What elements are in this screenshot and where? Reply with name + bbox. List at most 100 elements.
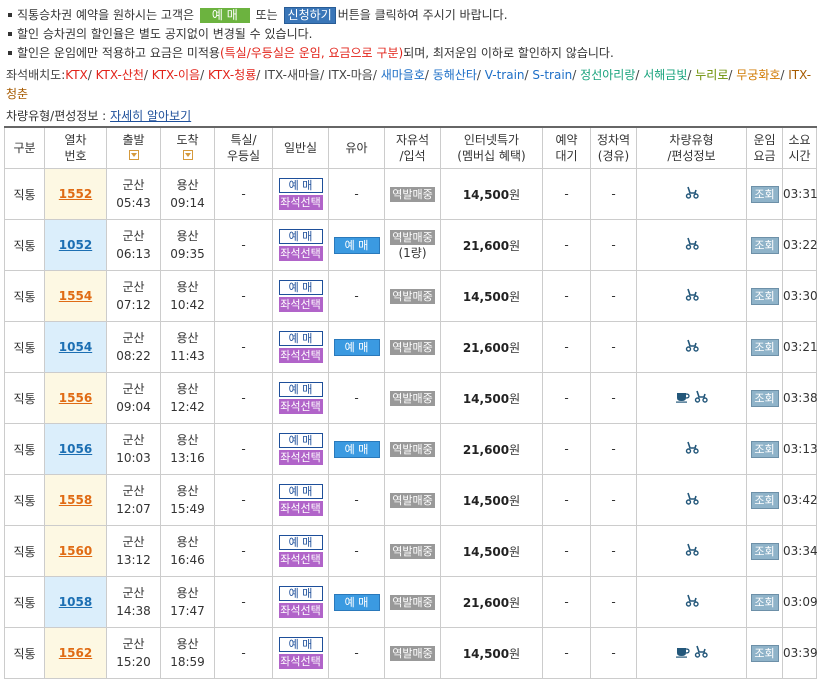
cell-stop: - — [590, 270, 637, 322]
bicycle-icon — [685, 186, 699, 202]
header-arrival[interactable]: 도착 — [160, 126, 215, 169]
cell-car-type[interactable] — [636, 576, 747, 628]
book-button[interactable]: 예 매 — [278, 637, 323, 652]
cell-car-type[interactable] — [636, 168, 747, 220]
header-text: /입석 — [399, 149, 426, 163]
cell-internet-price: 21,600원 — [440, 576, 543, 628]
book-button[interactable]: 예 매 — [278, 433, 323, 448]
book-button[interactable]: 예 매 — [278, 484, 323, 499]
cell-stop: - — [590, 474, 637, 526]
infant-book-button[interactable]: 예 매 — [333, 236, 380, 254]
cell-stop: - — [590, 321, 637, 373]
cell-car-type[interactable] — [636, 321, 747, 373]
price-value: 21,600 — [462, 238, 510, 253]
table-row: 직통 1556 군산 09:04 용산 12:42- 예 매 좌석선택 - 역발매중 14,500원… — [4, 372, 818, 424]
fare-inquiry-button[interactable]: 조회 — [750, 389, 779, 407]
seat-select-button[interactable]: 좌석선택 — [278, 399, 323, 414]
fare-inquiry-button[interactable]: 조회 — [750, 440, 779, 458]
train-no-link[interactable]: 1056 — [59, 442, 92, 456]
train-no-link[interactable]: 1052 — [59, 238, 92, 252]
fare-inquiry-button[interactable]: 조회 — [750, 236, 779, 254]
fare-inquiry-button[interactable]: 조회 — [750, 644, 779, 662]
train-no-link[interactable]: 1556 — [59, 391, 92, 405]
cell-free-seat: 역발매중 — [384, 321, 441, 373]
table-row: 직통 1562 군산 15:20 용산 18:59- 예 매 좌석선택 - 역발매중 14,500원… — [4, 627, 818, 679]
seat-legend-item[interactable]: KTX-산천 — [96, 68, 144, 82]
seat-legend-item[interactable]: 동해산타 — [433, 68, 477, 82]
seat-select-button[interactable]: 좌석선택 — [278, 552, 323, 567]
header-row: 구분 열차 번호 출발 도착 특실/우등실 일반실 유아 자유석/입석 인터넷특가… — [4, 126, 817, 169]
cell-special: - — [214, 372, 273, 424]
seat-legend-item[interactable]: KTX-청룡 — [208, 68, 256, 82]
seat-legend-item[interactable]: 무궁화호 — [736, 68, 780, 82]
price-unit: 원 — [509, 646, 521, 661]
cell-car-type[interactable] — [636, 372, 747, 424]
book-button[interactable]: 예 매 — [278, 229, 323, 244]
book-button[interactable]: 예 매 — [278, 586, 323, 601]
notice-red-text: (특실/우등실은 운임, 요금으로 구분) — [219, 46, 404, 60]
book-button[interactable]: 예 매 — [278, 280, 323, 295]
cell-car-type[interactable] — [636, 627, 747, 679]
seat-select-button[interactable]: 좌석선택 — [278, 195, 323, 210]
notice-line-3: 할인은 운임에만 적용하고 요금은 미적용(특실/우등실은 운임, 요금으로 구… — [6, 44, 818, 63]
dep-time: 07:12 — [116, 298, 151, 312]
cell-car-type[interactable] — [636, 474, 747, 526]
seat-select-button[interactable]: 좌석선택 — [278, 348, 323, 363]
sort-down-icon[interactable] — [182, 150, 193, 160]
cell-fare: 조회 — [746, 525, 783, 577]
price-value: 14,500 — [462, 391, 510, 406]
seat-legend-item[interactable]: ITX-마음 — [328, 68, 373, 82]
cell-type: 직통 — [4, 321, 45, 373]
book-button[interactable]: 예 매 — [278, 382, 323, 397]
train-no-link[interactable]: 1058 — [59, 595, 92, 609]
infant-book-button[interactable]: 예 매 — [333, 338, 380, 356]
train-no-link[interactable]: 1562 — [59, 646, 92, 660]
header-departure[interactable]: 출발 — [106, 126, 161, 169]
seat-select-button[interactable]: 좌석선택 — [278, 450, 323, 465]
seat-legend-item[interactable]: 정선아리랑 — [580, 68, 635, 82]
fare-inquiry-button[interactable]: 조회 — [750, 185, 779, 203]
train-no-link[interactable]: 1054 — [59, 340, 92, 354]
seat-legend-item[interactable]: ITX-새마을 — [264, 68, 320, 82]
seat-legend-item[interactable]: 서해금빛 — [643, 68, 687, 82]
seat-legend-item[interactable]: KTX-이음 — [152, 68, 200, 82]
cell-duration: 03:39 — [782, 627, 818, 679]
seat-select-button[interactable]: 좌석선택 — [278, 654, 323, 669]
seat-legend-item[interactable]: V-train — [485, 68, 525, 82]
cell-car-type[interactable] — [636, 423, 747, 475]
fare-inquiry-button[interactable]: 조회 — [750, 338, 779, 356]
header-text: 요금 — [753, 149, 776, 163]
seat-select-button[interactable]: 좌석선택 — [278, 501, 323, 516]
seat-select-button[interactable]: 좌석선택 — [278, 603, 323, 618]
train-no-link[interactable]: 1558 — [59, 493, 92, 507]
book-button[interactable]: 예 매 — [278, 331, 323, 346]
car-info-link[interactable]: 자세히 알아보기 — [110, 109, 191, 123]
cell-car-type[interactable] — [636, 270, 747, 322]
book-button[interactable]: 예 매 — [278, 535, 323, 550]
train-no-link[interactable]: 1552 — [59, 187, 92, 201]
cell-internet-price: 21,600원 — [440, 423, 543, 475]
infant-book-button[interactable]: 예 매 — [333, 593, 380, 611]
seat-select-button[interactable]: 좌석선택 — [278, 297, 323, 312]
fare-inquiry-button[interactable]: 조회 — [750, 593, 779, 611]
seat-legend-item[interactable]: S-train — [532, 68, 572, 82]
sort-down-icon[interactable] — [128, 150, 139, 160]
train-no-link[interactable]: 1560 — [59, 544, 92, 558]
train-no-link[interactable]: 1554 — [59, 289, 92, 303]
book-button[interactable]: 예 매 — [278, 178, 323, 193]
bicycle-icon — [694, 390, 709, 406]
seat-legend-item[interactable]: 누리로 — [695, 68, 728, 82]
price-unit: 원 — [509, 442, 521, 457]
cell-car-type[interactable] — [636, 525, 747, 577]
fare-inquiry-button[interactable]: 조회 — [750, 287, 779, 305]
seat-legend-separator: / — [424, 68, 433, 82]
header-fare: 운임 요금 — [746, 126, 783, 169]
fare-inquiry-button[interactable]: 조회 — [750, 491, 779, 509]
infant-book-button[interactable]: 예 매 — [333, 440, 380, 458]
seat-legend-item[interactable]: KTX — [65, 68, 88, 82]
seat-select-button[interactable]: 좌석선택 — [278, 246, 323, 261]
cell-car-type[interactable] — [636, 219, 747, 271]
seat-legend-item[interactable]: 새마을호 — [381, 68, 425, 82]
fare-inquiry-button[interactable]: 조회 — [750, 542, 779, 560]
bicycle-icon — [685, 543, 699, 559]
